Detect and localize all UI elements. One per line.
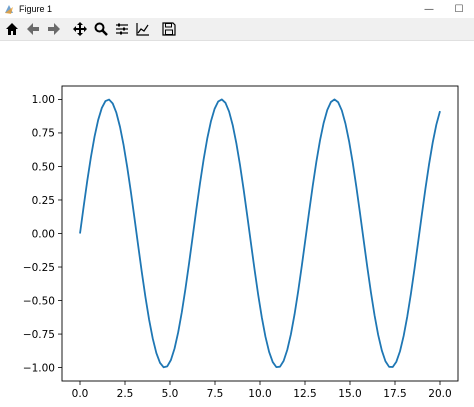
configure-subplots-icon [116,23,128,35]
home-button[interactable] [3,20,21,38]
edit-axis-button[interactable] [134,20,152,38]
back-button[interactable] [24,20,42,38]
x-tick-label: 20.0 [428,388,451,400]
sine-series-line [79,98,441,369]
x-tick-label: 5.0 [162,388,179,400]
y-tick-label: 0.75 [32,128,55,140]
pan-button[interactable] [71,20,89,38]
title-bar: Figure 1 — ☐ [0,0,474,18]
pan-move-icon [73,22,87,36]
y-tick-label: 1.00 [32,94,55,106]
save-button[interactable] [160,20,178,38]
x-tick-label: 12.5 [293,388,316,400]
matplotlib-icon [3,3,15,15]
y-tick-label: −0.75 [23,329,55,341]
zoom-magnifier-icon [94,22,108,36]
forward-arrow-icon [48,23,60,35]
y-tick-label: 0.50 [32,161,55,173]
navigation-toolbar [0,18,474,41]
subplots-button[interactable] [113,20,131,38]
home-icon [6,23,18,35]
y-tick-label: 0.00 [32,228,55,240]
y-tick-label: −1.00 [23,362,55,374]
minimize-button[interactable]: — [414,0,444,18]
zoom-button[interactable] [92,20,110,38]
y-tick-label: −0.50 [23,295,55,307]
x-tick-label: 10.0 [248,388,271,400]
window-controls: — ☐ [414,0,474,18]
x-tick-label: 2.5 [117,388,134,400]
plot-svg: 0.0 2.5 5.0 7.5 10.0 12.5 15.0 17.5 20.0 1.00 0.75… [23,85,459,400]
back-arrow-icon [27,23,39,35]
x-tick-label: 17.5 [383,388,406,400]
window-title: Figure 1 [19,4,53,14]
figure-window: Figure 1 — ☐ 0.0 2.5 5.0 7.5 10.0 12.5 1… [0,0,474,407]
maximize-button[interactable]: ☐ [444,0,474,18]
y-tick-label: 0.25 [32,195,55,207]
figure-canvas[interactable]: 0.0 2.5 5.0 7.5 10.0 12.5 15.0 17.5 20.0 1.00 0.75… [0,41,474,407]
edit-axis-icon [136,23,149,36]
x-tick-label: 7.5 [207,388,224,400]
save-floppy-icon [162,22,176,36]
x-tick-label: 15.0 [338,388,361,400]
y-tick-label: −0.25 [23,262,55,274]
forward-button[interactable] [45,20,63,38]
x-tick-label: 0.0 [72,388,89,400]
